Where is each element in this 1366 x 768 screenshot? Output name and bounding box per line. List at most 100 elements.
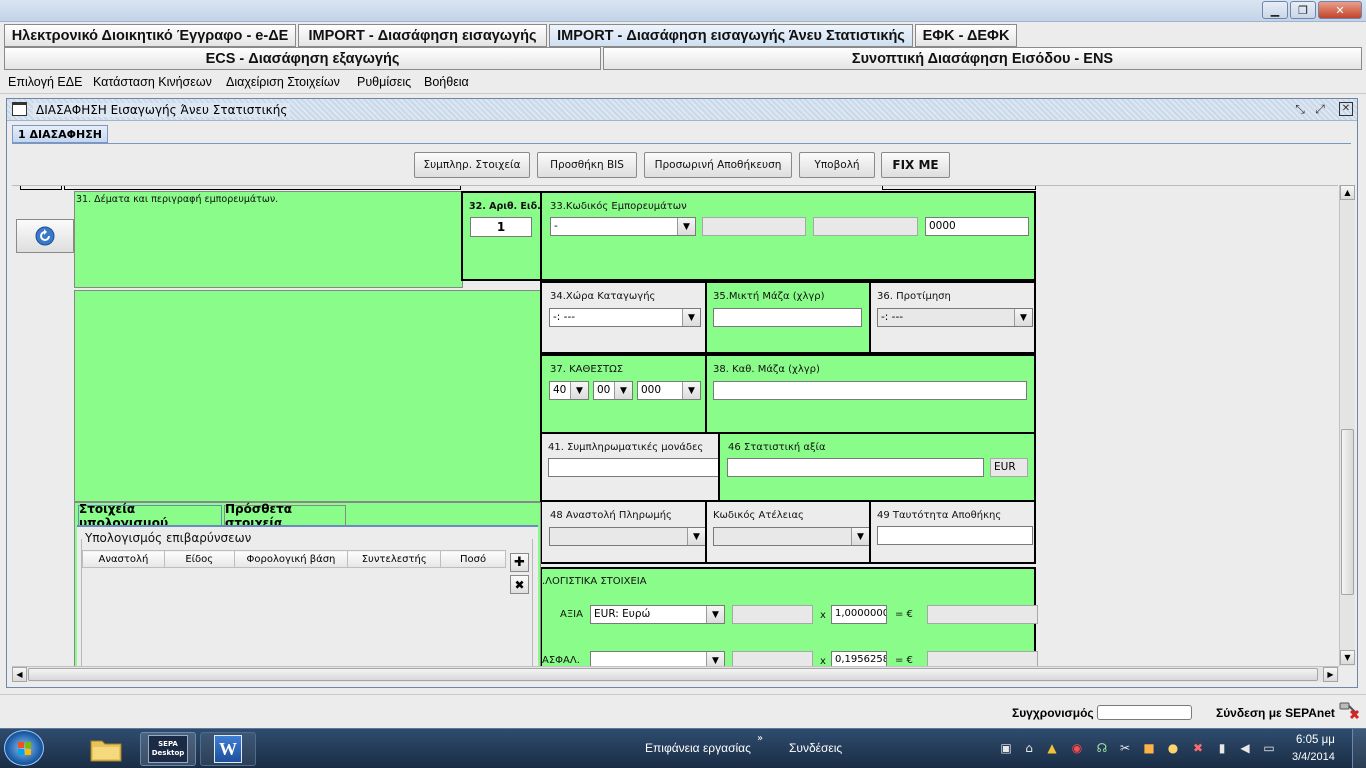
- vertical-scroll-thumb[interactable]: [1341, 429, 1354, 595]
- tab-ens[interactable]: Συνοπτική Διασάφηση Εισόδου - ENS: [603, 47, 1362, 70]
- tray-alert-icon[interactable]: ✖: [1191, 741, 1205, 755]
- menu-help[interactable]: Βοήθεια: [424, 75, 469, 89]
- disconnected-plug-icon[interactable]: [1337, 700, 1361, 724]
- frame-close-icon[interactable]: ✕: [1339, 102, 1353, 116]
- restore-icon[interactable]: ⤢: [1313, 102, 1327, 116]
- tray-tool-icon[interactable]: ✂: [1118, 741, 1132, 755]
- net-mass-field[interactable]: [713, 381, 1027, 400]
- clock-time[interactable]: 6:05 μμ: [1296, 734, 1335, 746]
- menu-settings[interactable]: Ρυθμίσεις: [357, 75, 411, 89]
- procedure-combo-3[interactable]: 000 ▼: [637, 381, 701, 400]
- commodity-code-part4[interactable]: 0000: [925, 217, 1029, 236]
- insurance-rate-field[interactable]: 0,1956258(: [831, 651, 887, 666]
- taskbar-explorer[interactable]: [78, 732, 134, 766]
- tab-ecs[interactable]: ECS - Διασάφηση εξαγωγής: [4, 47, 601, 70]
- value-amount-field[interactable]: [732, 605, 813, 624]
- col-type[interactable]: Είδος: [163, 550, 235, 568]
- commodity-code-combo[interactable]: - ▼: [550, 217, 696, 236]
- tray-usb-icon[interactable]: ⌂: [1022, 741, 1036, 755]
- taskbar-word[interactable]: W: [200, 732, 256, 766]
- box36-label: 36. Προτίμηση: [877, 291, 951, 302]
- insurance-currency-combo[interactable]: ▼: [590, 651, 725, 666]
- tab-e-de[interactable]: Ηλεκτρονικό Διοικητικό Έγγραφο - e-ΔΕ: [4, 24, 296, 47]
- value-currency-combo[interactable]: EUR: Ευρώ ▼: [590, 605, 725, 624]
- tray-signal-icon[interactable]: ▮: [1215, 741, 1229, 755]
- horizontal-scroll-thumb[interactable]: [28, 668, 1318, 681]
- desktop-toolbar-label[interactable]: Επιφάνεια εργασίας: [645, 741, 751, 755]
- tab-extra-data[interactable]: Πρόσθετα στοιχεία: [224, 502, 346, 530]
- links-toolbar-label[interactable]: Συνδέσεις: [789, 741, 842, 755]
- payment-deferral-combo[interactable]: ▼: [549, 527, 706, 546]
- tray-network-drive-icon[interactable]: ▣: [999, 741, 1013, 755]
- commodity-code-part2[interactable]: [702, 217, 806, 236]
- statistical-value-field[interactable]: [727, 458, 984, 477]
- tray-pdf-icon[interactable]: ◉: [1070, 741, 1084, 755]
- temp-save-button[interactable]: Προσωρινή Αποθήκευση: [644, 152, 792, 178]
- procedure-combo-2[interactable]: 00 ▼: [593, 381, 633, 400]
- exemption-code-combo[interactable]: ▼: [713, 527, 870, 546]
- horizontal-scrollbar[interactable]: ◀ ▶: [12, 666, 1339, 682]
- tab-import[interactable]: IMPORT - Διασάφηση εισαγωγής: [298, 24, 547, 47]
- supplementary-units-field[interactable]: [548, 458, 719, 477]
- refresh-button[interactable]: [16, 219, 74, 253]
- tray-wifi-icon[interactable]: ☊: [1095, 741, 1109, 755]
- menu-movements-status[interactable]: Κατάσταση Κινήσεων: [93, 75, 212, 89]
- gross-mass-field[interactable]: [713, 308, 862, 327]
- chevron-down-icon: ▼: [682, 309, 700, 326]
- col-suspension[interactable]: Αναστολή: [82, 550, 165, 568]
- commodity-code-part3[interactable]: [813, 217, 918, 236]
- scroll-left-arrow[interactable]: ◀: [12, 667, 27, 682]
- delete-row-button[interactable]: ✖: [510, 575, 529, 594]
- minimize-button[interactable]: ▁: [1262, 1, 1288, 19]
- procedure-combo-1[interactable]: 40 ▼: [549, 381, 589, 400]
- scroll-down-arrow[interactable]: ▼: [1340, 650, 1355, 665]
- start-button[interactable]: [4, 730, 44, 766]
- warehouse-id-field[interactable]: [877, 526, 1033, 545]
- insurance-amount-field[interactable]: [732, 651, 813, 666]
- scroll-right-arrow[interactable]: ▶: [1323, 667, 1338, 682]
- iconify-icon[interactable]: ⤡: [1293, 102, 1307, 116]
- add-row-button[interactable]: ✚: [510, 553, 529, 572]
- box31-description[interactable]: [74, 290, 541, 502]
- chevron-down-icon: ▼: [706, 606, 724, 623]
- chevron-down-icon: ▼: [677, 218, 695, 235]
- menu-select-ede[interactable]: Επιλογή ΕΔΕ: [8, 75, 82, 89]
- delete-icon: ✖: [514, 577, 525, 592]
- taskbar-sepa[interactable]: SEPA Desktop: [140, 732, 196, 766]
- tray-app-icon[interactable]: ●: [1166, 741, 1180, 755]
- value-rate-field[interactable]: 1,0000000(: [831, 605, 887, 624]
- col-rate[interactable]: Συντελεστής: [347, 550, 442, 568]
- maximize-button[interactable]: ❐: [1290, 1, 1316, 19]
- complete-data-button[interactable]: Συμπληρ. Στοιχεία: [414, 152, 530, 178]
- chevron-down-icon: ▼: [682, 382, 700, 399]
- tray-volume-icon[interactable]: ◀: [1238, 741, 1252, 755]
- tab-import-no-stat[interactable]: IMPORT - Διασάφηση εισαγωγής Άνευ Στατισ…: [549, 24, 913, 47]
- toolbar-chevron-icon[interactable]: »: [757, 733, 763, 744]
- partial-strip-mid: [64, 186, 461, 190]
- calc-table: Αναστολή Είδος Φορολογική βάση Συντελεστ…: [82, 550, 506, 568]
- item-number-field[interactable]: 1: [470, 217, 532, 237]
- clock-date[interactable]: 3/4/2014: [1292, 751, 1335, 763]
- preference-combo[interactable]: -: --- ▼: [877, 308, 1033, 327]
- show-desktop-button[interactable]: [1352, 729, 1366, 768]
- tab-efk[interactable]: ΕΦΚ - ΔΕΦΚ: [915, 24, 1017, 47]
- fix-me-button[interactable]: FIX ME: [881, 152, 950, 178]
- vertical-scrollbar[interactable]: ▲ ▼: [1339, 185, 1355, 666]
- tray-folder-icon[interactable]: ■: [1142, 741, 1156, 755]
- tab-declaration-1[interactable]: 1 ΔΙΑΣΑΦΗΣΗ: [12, 125, 108, 143]
- value-multiply: x: [820, 610, 826, 621]
- scroll-up-arrow[interactable]: ▲: [1340, 185, 1355, 200]
- close-button[interactable]: ✕: [1318, 1, 1362, 19]
- col-amount[interactable]: Ποσό: [440, 550, 506, 568]
- country-origin-combo[interactable]: -: --- ▼: [549, 308, 701, 327]
- tray-drive-icon[interactable]: ▲: [1045, 741, 1059, 755]
- menu-data-management[interactable]: Διαχείριση Στοιχείων: [226, 75, 340, 89]
- add-bis-button[interactable]: Προσθήκη BIS: [537, 152, 637, 178]
- box31-label: 31. Δέματα και περιγραφή εμπορευμάτων.: [76, 194, 279, 205]
- tray-battery-icon[interactable]: ▭: [1262, 741, 1276, 755]
- box31-header: 31. Δέματα και περιγραφή εμπορευμάτων.: [74, 191, 463, 288]
- submit-button[interactable]: Υποβολή: [799, 152, 875, 178]
- tab-calc-data[interactable]: Στοιχεία υπολογισμού: [78, 502, 222, 530]
- col-tax-base[interactable]: Φορολογική βάση: [233, 550, 349, 568]
- box33-label: 33.Κωδικός Εμπορευμάτων: [550, 201, 687, 212]
